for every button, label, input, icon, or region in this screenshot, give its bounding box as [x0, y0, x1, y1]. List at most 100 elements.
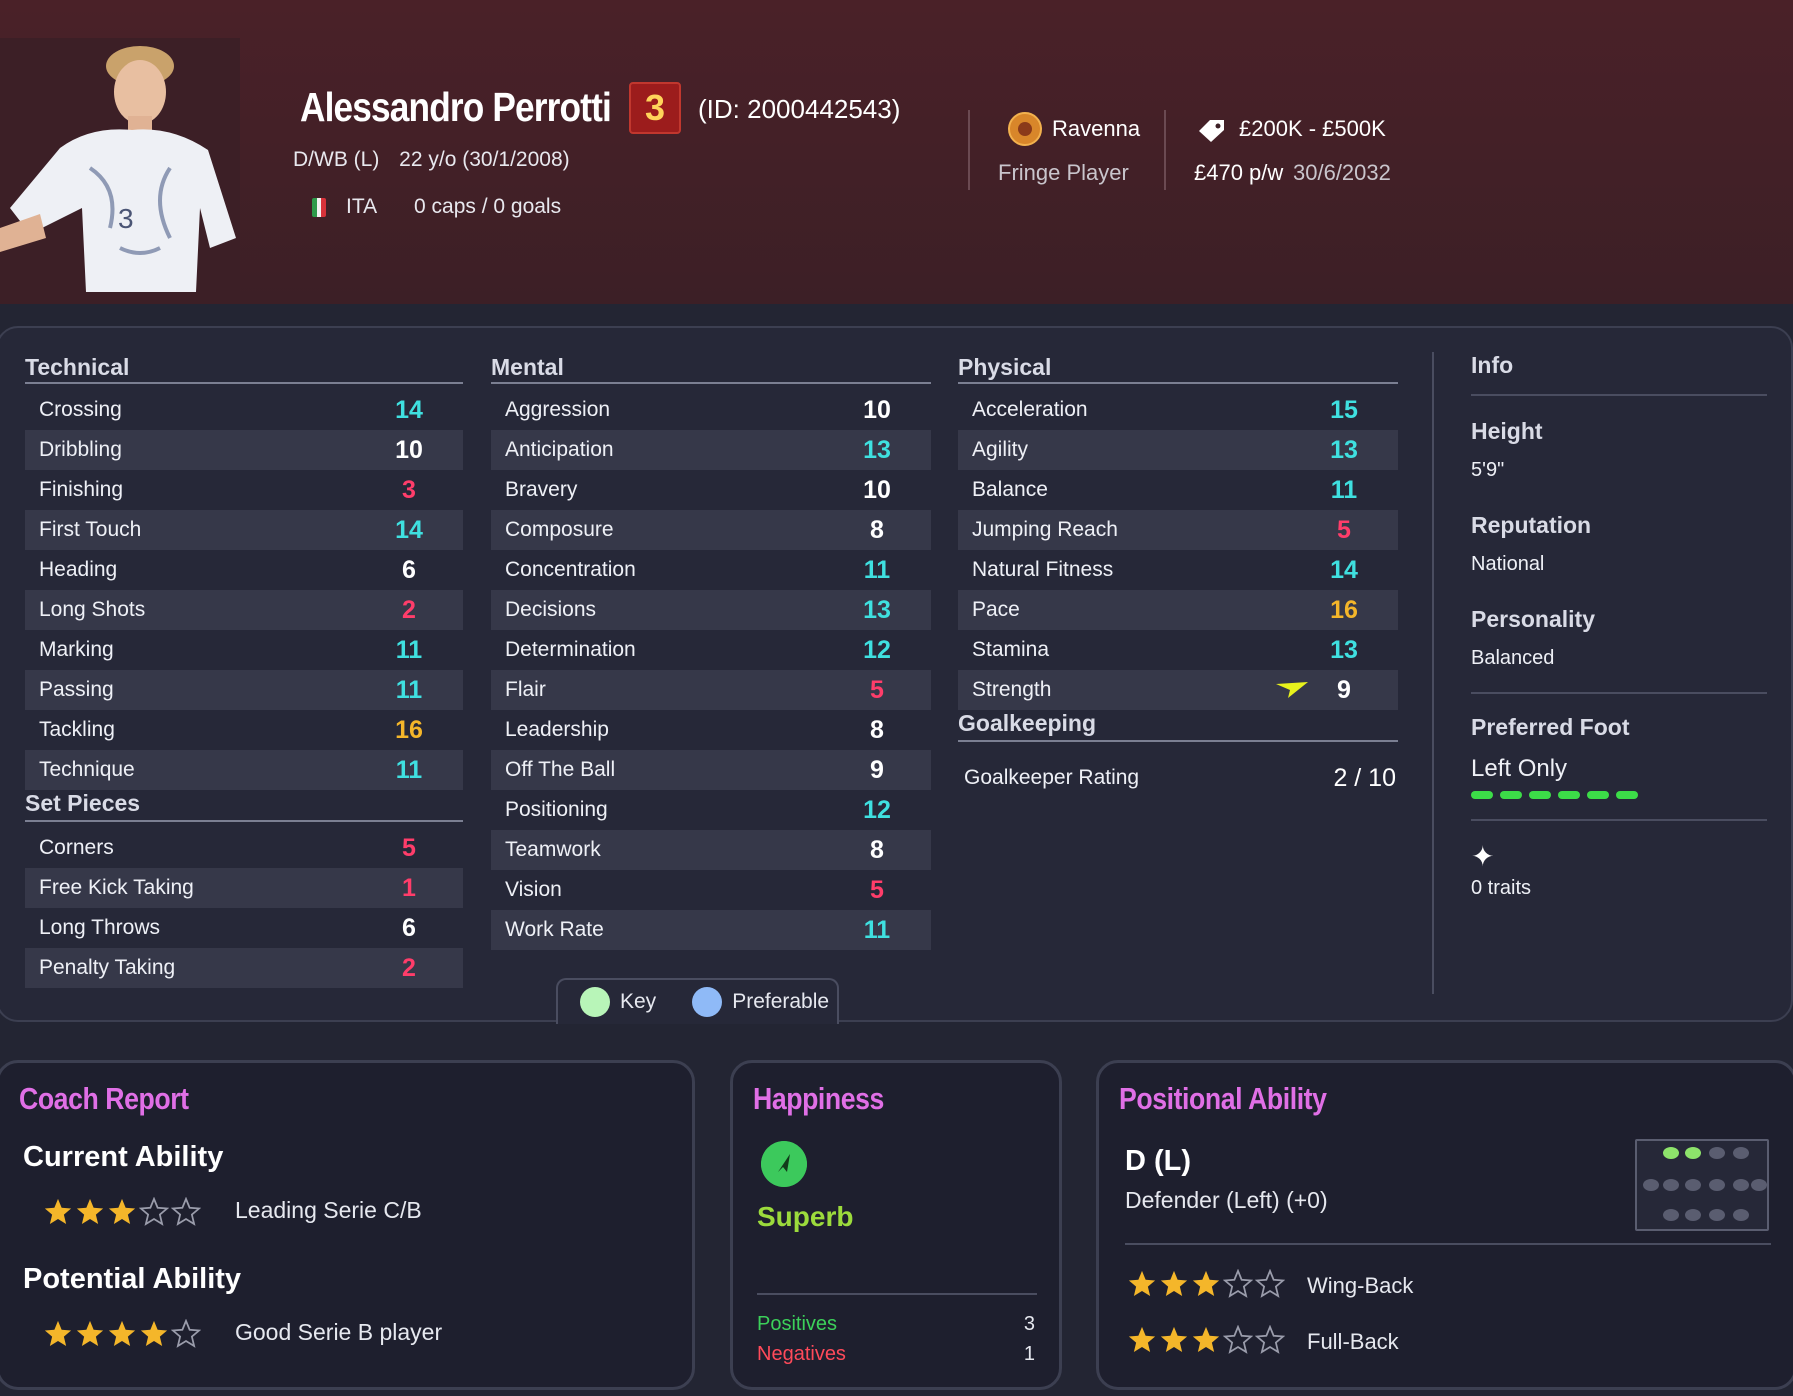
star-empty-icon: [171, 1319, 201, 1348]
attribute-row-free-kick-taking[interactable]: Free Kick Taking 1: [25, 868, 463, 908]
attribute-row-jumping-reach[interactable]: Jumping Reach 5: [958, 510, 1398, 550]
attribute-label: First Touch: [39, 518, 142, 541]
section-title-set-pieces: Set Pieces: [25, 790, 463, 822]
attribute-value: 14: [1330, 555, 1358, 584]
attribute-row-balance[interactable]: Balance 11: [958, 470, 1398, 510]
attribute-label: Agility: [972, 438, 1029, 461]
attribute-row-aggression[interactable]: Aggression 10: [491, 390, 931, 430]
attribute-row-technique[interactable]: Technique 11: [25, 750, 463, 790]
section-title-technical: Technical: [25, 352, 463, 384]
attribute-row-penalty-taking[interactable]: Penalty Taking 2: [25, 948, 463, 988]
attribute-value: 11: [395, 755, 423, 784]
pitch-position-dot: [1685, 1209, 1701, 1221]
star-filled-icon: [76, 1198, 104, 1224]
preferred-foot-label: Preferred Foot: [1471, 714, 1630, 740]
attribute-row-stamina[interactable]: Stamina 13: [958, 630, 1398, 670]
club-name[interactable]: Ravenna: [1052, 116, 1140, 142]
attribute-label: Balance: [972, 478, 1048, 501]
star-filled-icon: [108, 1320, 136, 1346]
attribute-value: 14: [395, 515, 423, 544]
attribute-label: Free Kick Taking: [39, 876, 194, 899]
attribute-value: 3: [402, 475, 416, 504]
pitch-position-dot: [1751, 1179, 1767, 1191]
technical-column: Technical Crossing 14 Dribbling 10 Finishing…: [25, 352, 463, 988]
header-divider: [1164, 110, 1166, 190]
current-ability-desc: Leading Serie C/B: [235, 1197, 422, 1223]
positives-label[interactable]: Positives: [757, 1313, 837, 1336]
attribute-row-work-rate[interactable]: Work Rate 11: [491, 910, 931, 950]
attribute-row-first-touch[interactable]: First Touch 14: [25, 510, 463, 550]
attribute-label: Leadership: [505, 718, 609, 741]
star-filled-icon: [1160, 1326, 1188, 1352]
attribute-row-finishing[interactable]: Finishing 3: [25, 470, 463, 510]
attribute-label: Concentration: [505, 558, 636, 581]
attribute-row-determination[interactable]: Determination 12: [491, 630, 931, 670]
attribute-row-composure[interactable]: Composure 8: [491, 510, 931, 550]
attribute-row-agility[interactable]: Agility 13: [958, 430, 1398, 470]
attribute-row-teamwork[interactable]: Teamwork 8: [491, 830, 931, 870]
attribute-row-natural-fitness[interactable]: Natural Fitness 14: [958, 550, 1398, 590]
potential-ability-label: Potential Ability: [23, 1263, 242, 1295]
player-age: 22 y/o (30/1/2008): [399, 148, 570, 171]
attribute-row-long-throws[interactable]: Long Throws 6: [25, 908, 463, 948]
positional-ability-card: Positional Ability D (L) Defender (Left)…: [1096, 1060, 1793, 1390]
attribute-row-anticipation[interactable]: Anticipation 13: [491, 430, 931, 470]
attribute-row-tackling[interactable]: Tackling 16: [25, 710, 463, 750]
star-empty-icon: [171, 1197, 201, 1226]
legend-preferable-label[interactable]: Preferable: [732, 990, 829, 1014]
info-column: Info Height 5'9" Reputation National Per…: [1471, 352, 1767, 900]
attribute-row-strength[interactable]: Strength 9: [958, 670, 1398, 710]
attribute-legend: Key Preferable: [556, 978, 839, 1024]
attribute-row-heading[interactable]: Heading 6: [25, 550, 463, 590]
attribute-value: 16: [1330, 595, 1358, 624]
attribute-row-passing[interactable]: Passing 11: [25, 670, 463, 710]
attribute-row-positioning[interactable]: Positioning 12: [491, 790, 931, 830]
attribute-row-corners[interactable]: Corners 5: [25, 828, 463, 868]
attribute-row-crossing[interactable]: Crossing 14: [25, 390, 463, 430]
happiness-value: Superb: [757, 1201, 854, 1232]
attribute-row-decisions[interactable]: Decisions 13: [491, 590, 931, 630]
pitch-position-dot: [1709, 1179, 1725, 1191]
legend-key-label[interactable]: Key: [620, 990, 656, 1014]
attribute-value: 6: [402, 913, 416, 942]
attribute-value: 5: [402, 833, 416, 862]
happiness-separator: [757, 1293, 1037, 1295]
current-ability-stars: [43, 1197, 201, 1227]
attribute-row-flair[interactable]: Flair 5: [491, 670, 931, 710]
player-photo: 3: [0, 38, 240, 292]
attribute-row-dribbling[interactable]: Dribbling 10: [25, 430, 463, 470]
attribute-value: 11: [395, 675, 423, 704]
star-filled-icon: [1128, 1326, 1156, 1352]
attribute-label: Technique: [39, 758, 135, 781]
reputation-value: National: [1471, 553, 1545, 575]
attribute-value: 9: [1337, 675, 1351, 704]
attribute-row-pace[interactable]: Pace 16: [958, 590, 1398, 630]
attribute-value: 13: [863, 435, 891, 464]
attribute-row-marking[interactable]: Marking 11: [25, 630, 463, 670]
club-crest-icon[interactable]: [1008, 112, 1042, 146]
nationality[interactable]: ITA: [346, 195, 377, 219]
attribute-label: Finishing: [39, 478, 124, 501]
attribute-value: 6: [402, 555, 416, 584]
attribute-row-long-shots[interactable]: Long Shots 2: [25, 590, 463, 630]
pitch-position-dot: [1685, 1179, 1701, 1191]
header-divider: [968, 110, 970, 190]
attribute-row-leadership[interactable]: Leadership 8: [491, 710, 931, 750]
negatives-label[interactable]: Negatives: [757, 1343, 846, 1366]
goalkeeper-rating-row[interactable]: Goalkeeper Rating 2 / 10: [958, 748, 1398, 808]
position-pitch-map[interactable]: [1635, 1139, 1769, 1231]
attribute-value: 8: [870, 835, 884, 864]
pitch-position-dot: [1733, 1209, 1749, 1221]
attribute-row-off-the-ball[interactable]: Off The Ball 9: [491, 750, 931, 790]
attribute-row-vision[interactable]: Vision 5: [491, 870, 931, 910]
attribute-label: Composure: [505, 518, 614, 541]
attribute-value: 13: [863, 595, 891, 624]
traits-count[interactable]: 0 traits: [1471, 877, 1767, 900]
goalkeeper-rating-value: 2 / 10: [1333, 763, 1396, 792]
personality-value[interactable]: Balanced: [1471, 647, 1767, 670]
attribute-label: Heading: [39, 558, 118, 581]
attribute-row-concentration[interactable]: Concentration 11: [491, 550, 931, 590]
star-empty-icon: [1223, 1269, 1253, 1298]
attribute-row-bravery[interactable]: Bravery 10: [491, 470, 931, 510]
attribute-row-acceleration[interactable]: Acceleration 15: [958, 390, 1398, 430]
